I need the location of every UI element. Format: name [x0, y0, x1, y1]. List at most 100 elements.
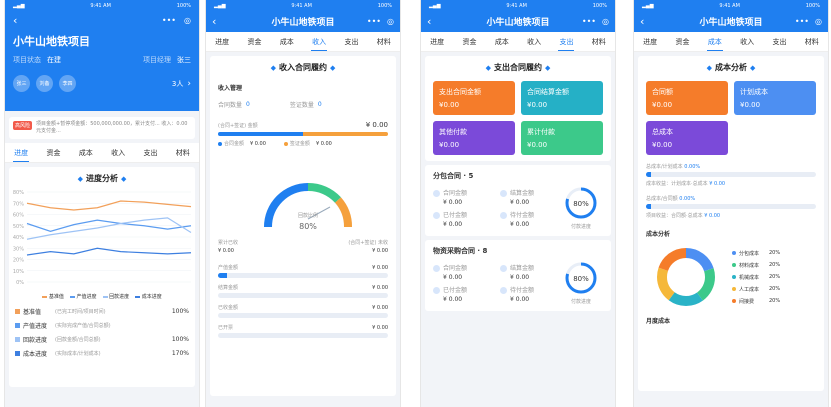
signal-icon: ▂▄▆ — [642, 2, 654, 9]
list-item: 已开票 ¥ 0.00 — [218, 324, 388, 338]
tab-material[interactable]: 材料 — [591, 33, 607, 51]
legend-item: 间接费 20% — [732, 295, 780, 307]
status-bar: ▂▄▆ 9:41 AM 100% — [634, 0, 828, 11]
back-icon[interactable]: ‹ — [640, 15, 656, 28]
coin-icon — [433, 264, 440, 272]
tab-material[interactable]: 材料 — [804, 33, 820, 51]
tab-material[interactable]: 材料 — [175, 144, 191, 162]
tab-income[interactable]: 收入 — [526, 33, 542, 51]
tab-bar: 进度 资金 成本 收入 支出 材料 — [634, 32, 828, 52]
member-count[interactable]: 3人 — [172, 79, 183, 89]
tile-total-payment[interactable]: 累计付款 ¥0.00 — [521, 121, 603, 155]
tab-funds[interactable]: 资金 — [461, 33, 477, 51]
y-tick-label: 10% — [13, 269, 24, 275]
tile-contract[interactable]: 合同额 ¥0.00 — [646, 81, 728, 115]
avatar[interactable]: 张三 — [13, 75, 30, 92]
signal-icon: ▂▄▆ — [13, 2, 25, 9]
phone-progress: ▂▄▆ 9:41 AM 100% ‹ ••• ◎ 小牛山地铁项目 项目状态 在建… — [4, 0, 200, 407]
close-circle-icon[interactable]: ◎ — [387, 17, 394, 26]
coin-icon — [433, 211, 440, 219]
tab-bar: 进度 资金 成本 收入 支出 材料 — [421, 32, 615, 52]
status-bar: ▂▄▆ 9:41 AM 100% — [5, 0, 199, 11]
legend-item: 分包成本 20% — [732, 247, 780, 259]
close-circle-icon[interactable]: ◎ — [602, 17, 609, 26]
phone-expense: ▂▄▆ 9:41 AM 100% ‹ 小牛山地铁项目 ••• ◎ 进度 资金 成本… — [420, 0, 616, 407]
manager-value: 张三 — [177, 56, 191, 64]
legend-item: 材料成本 20% — [732, 259, 780, 271]
legend-b-value: ¥ 0.00 — [315, 140, 332, 147]
avatar[interactable]: 李四 — [59, 75, 76, 92]
total-value: ¥ 0.00 — [365, 121, 388, 129]
y-tick-label: 50% — [13, 224, 24, 230]
chevron-right-icon[interactable]: › — [187, 79, 191, 89]
avatar[interactable]: 刘备 — [36, 75, 53, 92]
signal-icon: ▂▄▆ — [214, 2, 226, 9]
tab-cost[interactable]: 成本 — [78, 144, 94, 162]
y-tick-label: 60% — [13, 213, 24, 219]
tab-expense[interactable]: 支出 — [343, 33, 359, 51]
list-item: 待付金额 ¥ 0.00 — [500, 285, 559, 303]
tab-funds[interactable]: 资金 — [674, 33, 690, 51]
tab-cost[interactable]: 成本 — [494, 33, 510, 51]
visa-count: 0 — [317, 101, 322, 108]
table-row: 产值进度 (实际完成产值/合同总额) — [15, 318, 189, 332]
state-value: 在建 — [47, 56, 61, 64]
tile-grid: 支出合同金额 ¥0.00 合同结算金额 ¥0.00 其他付款 ¥0.00 累计付款 ¥0… — [433, 81, 603, 155]
legend-item: 基准值 — [42, 293, 64, 300]
tile-contract-amount[interactable]: 支出合同金额 ¥0.00 — [433, 81, 515, 115]
collected-block: 累计已收 ¥ 0.00 — [218, 240, 239, 254]
list-item: 已付金额 ¥ 0.00 — [433, 285, 492, 303]
gauge-label: 回款比例 — [298, 212, 318, 219]
legend-item: 人工成本 20% — [732, 283, 780, 295]
close-circle-icon[interactable]: ◎ — [815, 17, 822, 26]
list-item: 结算金额 ¥ 0.00 — [500, 188, 559, 206]
tab-progress[interactable]: 进度 — [429, 33, 445, 51]
tab-material[interactable]: 材料 — [376, 33, 392, 51]
back-icon[interactable]: ‹ — [427, 15, 443, 28]
decor-icon: ◆ — [121, 175, 127, 183]
legend-b: 签证金额 — [289, 141, 310, 147]
list-item: 产值金额 ¥ 0.00 — [218, 264, 388, 278]
table-row: 基准值 (已完工时间/项目时间) 100% — [15, 304, 189, 318]
more-icon[interactable]: ••• — [367, 17, 381, 26]
table-row: 回款进度 (回款金额/合同总额) 100% — [15, 332, 189, 346]
close-circle-icon[interactable]: ◎ — [184, 16, 191, 25]
project-header: ‹ ••• ◎ 小牛山地铁项目 项目状态 在建 项目经理 张三 张三 刘备 李四… — [5, 11, 199, 111]
tab-expense[interactable]: 支出 — [771, 33, 787, 51]
status-time: 9:41 AM — [506, 2, 527, 9]
tile-settlement-amount[interactable]: 合同结算金额 ¥0.00 — [521, 81, 603, 115]
tab-cost[interactable]: 成本 — [279, 33, 295, 51]
list-item: 待付金额 ¥ 0.00 — [500, 210, 559, 228]
tab-funds[interactable]: 资金 — [45, 144, 61, 162]
tab-income[interactable]: 收入 — [311, 33, 328, 51]
tile-other-payment[interactable]: 其他付款 ¥0.00 — [433, 121, 515, 155]
list-item: 合同金额 ¥ 0.00 — [433, 263, 492, 281]
back-icon[interactable]: ‹ — [212, 15, 228, 28]
section-title: 成本分析 — [715, 63, 747, 72]
tab-expense[interactable]: 支出 — [558, 33, 575, 51]
table-row: 成本进度 (实际成本/计划成本) 170% — [15, 346, 189, 360]
tab-progress[interactable]: 进度 — [13, 144, 30, 162]
more-icon[interactable]: ••• — [582, 17, 596, 26]
expense-card: ◆ 支出合同履约 ◆ 支出合同金额 ¥0.00 合同结算金额 ¥0.00 其他付款 ¥0.… — [425, 56, 611, 161]
svg-text:80%: 80% — [573, 200, 589, 208]
tab-bar: 进度 资金 成本 收入 支出 材料 — [206, 32, 400, 52]
tab-income[interactable]: 收入 — [110, 144, 126, 162]
more-icon[interactable]: ••• — [162, 16, 176, 25]
tab-funds[interactable]: 资金 — [246, 33, 262, 51]
section-title: 收入合同履约 — [279, 63, 327, 72]
tab-income[interactable]: 收入 — [739, 33, 755, 51]
back-icon[interactable]: ‹ — [13, 14, 17, 27]
more-icon[interactable]: ••• — [795, 17, 809, 26]
tile-planned-cost[interactable]: 计划成本 ¥0.00 — [734, 81, 816, 115]
tile-grid: 合同额 ¥0.00 计划成本 ¥0.00 总成本 ¥0.00 — [646, 81, 816, 155]
tab-progress[interactable]: 进度 — [642, 33, 658, 51]
y-tick-label: 70% — [13, 201, 24, 207]
legend-item: 产值进度 — [69, 293, 97, 300]
tab-expense[interactable]: 支出 — [142, 144, 158, 162]
subcontract-card: 分包合同 · 5 合同金额 ¥ 0.00 结算金额 ¥ 0.00 已付金额 ¥ 0.0… — [425, 165, 611, 236]
tab-cost[interactable]: 成本 — [706, 33, 723, 51]
tab-progress[interactable]: 进度 — [214, 33, 230, 51]
split-bar — [218, 132, 388, 136]
tile-total-cost[interactable]: 总成本 ¥0.00 — [646, 121, 728, 155]
